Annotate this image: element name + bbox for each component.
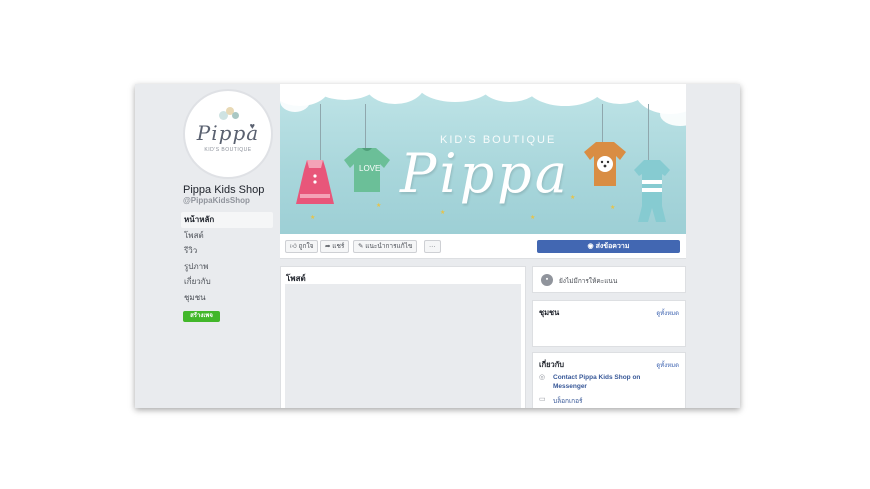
nav-item-home[interactable]: หน้าหลัก <box>181 212 273 228</box>
community-see-all-link[interactable]: ดูทั้งหมด <box>656 308 679 318</box>
contact-messenger-link-line1[interactable]: Contact Pippa Kids Shop on <box>553 374 640 381</box>
page-handle[interactable]: @PippaKidsShop <box>183 196 250 205</box>
messenger-icon: ◉ <box>587 243 594 250</box>
thumbs-up-icon: 👍︎ <box>290 243 297 250</box>
star-icon: ★ <box>610 205 616 211</box>
about-card: เกี่ยวกับ ดูทั้งหมด ◎ Contact Pippa Kids… <box>532 352 686 408</box>
share-button[interactable]: ➦ แชร์ <box>320 240 350 253</box>
nav-item-posts[interactable]: โพสต์ <box>181 228 273 244</box>
about-see-all-link[interactable]: ดูทั้งหมด <box>656 360 679 370</box>
rating-text: ยังไม่มีการให้คะแนน <box>559 278 618 285</box>
logo-subtitle: KID'S BOUTIQUE <box>204 147 252 153</box>
cover-title: Pippa <box>400 142 570 205</box>
about-title: เกี่ยวกับ <box>539 360 565 369</box>
send-message-button[interactable]: ◉ ส่งข้อความ <box>537 240 680 253</box>
folder-icon: ▭ <box>539 396 546 403</box>
romper-illustration <box>634 160 670 222</box>
left-column: Pippa KID'S BOUTIQUE ♥ Pippa Kids Shop @… <box>135 84 277 408</box>
posts-section: โพสต์ <box>280 266 526 408</box>
star-icon: ★ <box>440 210 446 216</box>
rating-card: ▪ ยังไม่มีการให้คะแนน <box>532 266 686 293</box>
nav-item-about[interactable]: เกี่ยวกับ <box>181 274 273 290</box>
nav-item-community[interactable]: ชุมชน <box>181 290 273 306</box>
messenger-icon: ◎ <box>539 374 546 381</box>
contact-messenger-link-line2[interactable]: Messenger <box>553 383 587 390</box>
posts-feed <box>285 284 521 408</box>
star-icon: ★ <box>376 203 382 209</box>
chat-bubble-icon: ▪ <box>541 274 553 286</box>
create-page-button[interactable]: สร้างเพจ <box>183 311 220 322</box>
more-options-button[interactable]: ··· <box>424 240 441 253</box>
share-label: แชร์ <box>332 243 345 250</box>
page-name[interactable]: Pippa Kids Shop <box>183 184 264 196</box>
page-nav: หน้าหลัก โพสต์ รีวิว รูปภาพ เกี่ยวกับ ชุ… <box>181 212 273 305</box>
suggest-edits-button[interactable]: ✎ แนะนำการแก้ไข <box>353 240 418 253</box>
star-icon: ★ <box>310 215 316 221</box>
facebook-page-frame: Pippa KID'S BOUTIQUE ♥ Pippa Kids Shop @… <box>135 84 740 408</box>
like-button[interactable]: 👍︎ ถูกใจ <box>285 240 319 253</box>
nav-item-photos[interactable]: รูปภาพ <box>181 259 273 275</box>
suggest-edits-label: แนะนำการแก้ไข <box>365 243 413 250</box>
community-title: ชุมชน <box>539 308 560 317</box>
page-category-link[interactable]: บล็อกเกอร์ <box>553 396 583 406</box>
dress-illustration <box>296 160 334 204</box>
like-label: ถูกใจ <box>298 243 314 250</box>
community-card: ชุมชน ดูทั้งหมด <box>532 300 686 347</box>
heart-icon: ♥ <box>249 121 255 131</box>
share-icon: ➦ <box>325 243 331 250</box>
page-action-bar: 👍︎ ถูกใจ ➦ แชร์ ✎ แนะนำการแก้ไข ··· ◉ ส่… <box>280 234 686 259</box>
star-icon: ★ <box>530 215 536 221</box>
cover-photo[interactable]: LOVE KID'S BOUTIQUE Pippa ★ ★ ★ ★ ★ ★ <box>280 84 686 234</box>
nav-item-reviews[interactable]: รีวิว <box>181 243 273 259</box>
pencil-icon: ✎ <box>358 243 364 250</box>
send-message-label: ส่งข้อความ <box>595 243 630 250</box>
star-icon: ★ <box>570 195 576 201</box>
sweater-text: LOVE <box>359 164 381 173</box>
bear-shirt-illustration <box>584 142 626 186</box>
profile-picture[interactable]: Pippa KID'S BOUTIQUE ♥ <box>183 89 273 179</box>
